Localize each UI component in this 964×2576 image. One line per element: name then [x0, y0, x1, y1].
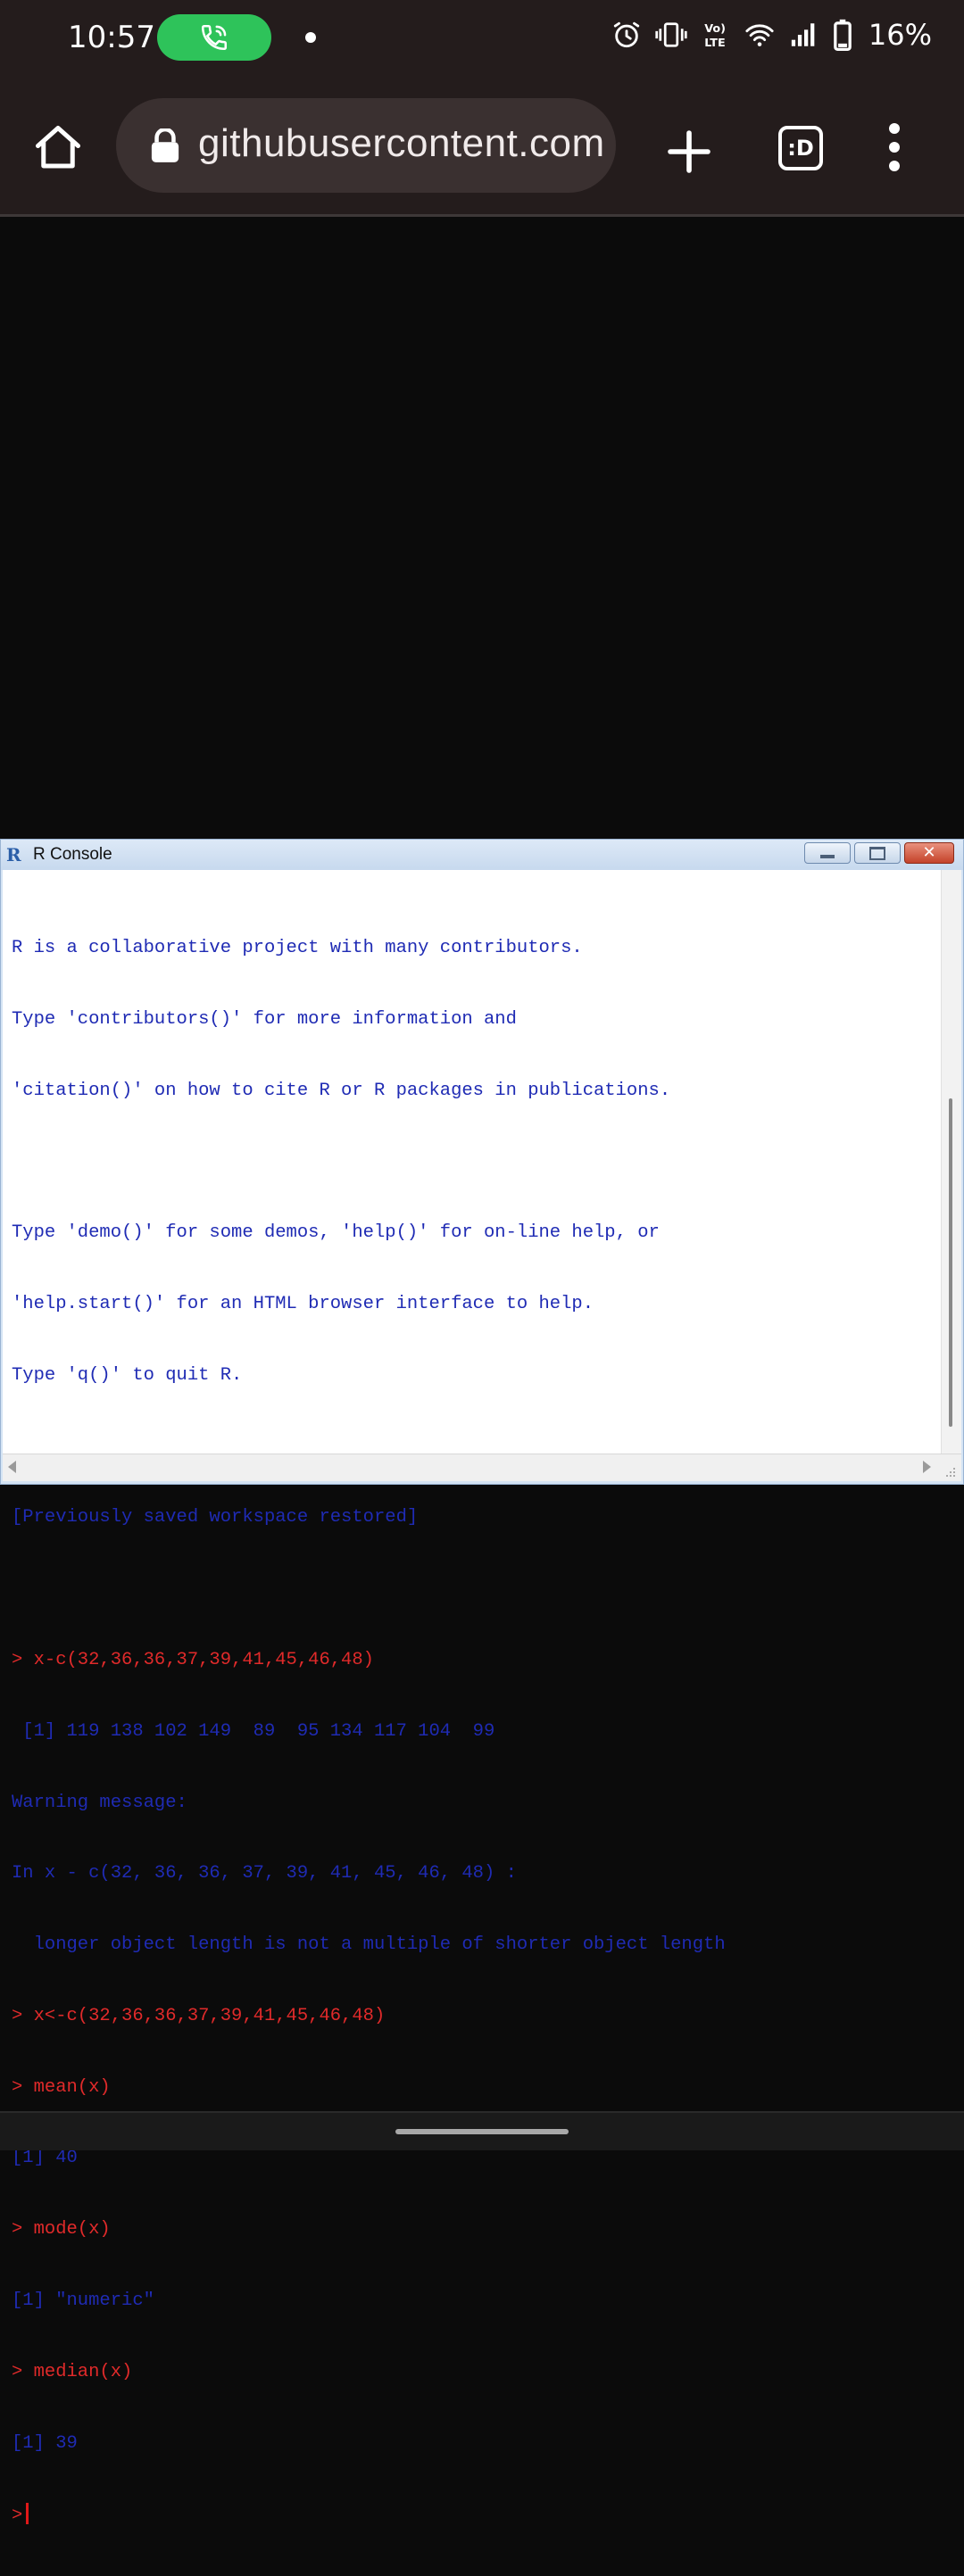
console-line: [1] 40 [12, 2148, 78, 2169]
signal-icon [791, 23, 815, 46]
vibrate-icon [655, 22, 687, 47]
console-line: ​ [12, 1151, 931, 1175]
scroll-left-arrow-icon[interactable] [8, 1461, 16, 1473]
phone-call-icon [201, 24, 228, 51]
console-command-line: > x-c(32,36,36,37,39,41,45,46,48) [12, 1650, 374, 1670]
r-logo-icon: R [6, 844, 21, 866]
volte-icon: Vo) LTE [704, 22, 726, 50]
vertical-scrollbar[interactable] [941, 870, 961, 1454]
r-console-title: R Console [33, 845, 112, 864]
console-command-line: > mode(x) [12, 2219, 111, 2241]
battery-percent: 16% [868, 18, 932, 52]
console-line: Type 'q()' to quit R. [12, 1364, 243, 1386]
console-prompt: > [12, 2506, 23, 2527]
console-command-line: > mean(x) [12, 2076, 111, 2098]
navigation-bar [0, 2111, 964, 2150]
console-line: [1] 39 [12, 2432, 78, 2454]
console-line: 'citation()' on how to cite R or R packa… [12, 1080, 671, 1101]
home-gesture-handle[interactable] [395, 2129, 569, 2134]
url-text[interactable]: githubusercontent.com [198, 121, 605, 166]
maximize-button[interactable] [854, 842, 901, 864]
wifi-icon [745, 24, 774, 46]
console-line: ​ [12, 1578, 931, 1602]
console-line: 'help.start()' for an HTML browser inter… [12, 1294, 594, 1315]
text-cursor [26, 2503, 29, 2525]
status-bar: 10:57 Vo) LTE 16% [0, 0, 964, 79]
maximize-icon [869, 846, 885, 860]
console-command-line: > median(x) [12, 2361, 133, 2382]
plus-icon[interactable] [664, 127, 714, 177]
battery-icon [834, 19, 852, 51]
minimize-button[interactable] [804, 842, 851, 864]
console-line: Warning message: [12, 1792, 187, 1813]
resize-grip-icon[interactable] [943, 1465, 956, 1478]
alarm-icon [613, 21, 640, 48]
r-console-titlebar[interactable]: R R Console ✕ [1, 840, 963, 870]
vertical-scroll-thumb[interactable] [949, 1098, 952, 1427]
console-line: longer object length is not a multiple o… [12, 1934, 726, 1956]
console-line: R is a collaborative project with many c… [12, 938, 583, 959]
status-time: 10:57 [68, 20, 155, 55]
console-line: [1] 119 138 102 149 89 95 134 117 104 99 [12, 1720, 495, 1742]
console-text[interactable]: R is a collaborative project with many c… [12, 890, 931, 2576]
r-console-window: R R Console ✕ R is a collaborative proje… [0, 839, 964, 2526]
close-icon: ✕ [922, 843, 936, 862]
tab-switcher-button[interactable]: :D [778, 126, 823, 170]
browser-toolbar: githubusercontent.com :D [0, 79, 964, 217]
console-line: Type 'contributors()' for more informati… [12, 1008, 517, 1030]
console-command-line: > x<-c(32,36,36,37,39,41,45,46,48) [12, 2005, 386, 2026]
scroll-right-arrow-icon[interactable] [923, 1461, 931, 1473]
console-prompt-line[interactable]: > [12, 2503, 931, 2529]
status-icons: Vo) LTE 16% [611, 18, 932, 52]
notification-dot-icon [305, 32, 316, 43]
window-controls: ✕ [804, 842, 954, 864]
svg-text:Vo): Vo) [704, 22, 726, 36]
console-line: Type 'demo()' for some demos, 'help()' f… [12, 1222, 660, 1244]
console-line: In x - c(32, 36, 36, 37, 39, 41, 45, 46,… [12, 1863, 517, 1884]
menu-dots-icon[interactable] [885, 123, 903, 178]
home-icon[interactable] [30, 121, 86, 175]
lock-icon[interactable] [150, 128, 180, 162]
address-bar[interactable]: githubusercontent.com [116, 98, 616, 193]
ongoing-call-chip[interactable] [157, 14, 271, 61]
minimize-icon [820, 855, 835, 858]
horizontal-scrollbar[interactable] [3, 1454, 961, 1481]
svg-text:LTE: LTE [704, 37, 725, 50]
r-console-output[interactable]: R is a collaborative project with many c… [3, 870, 961, 2526]
console-line: [1] "numeric" [12, 2290, 154, 2312]
console-line: [Previously saved workspace restored] [12, 1507, 419, 1528]
close-button[interactable]: ✕ [904, 842, 954, 864]
